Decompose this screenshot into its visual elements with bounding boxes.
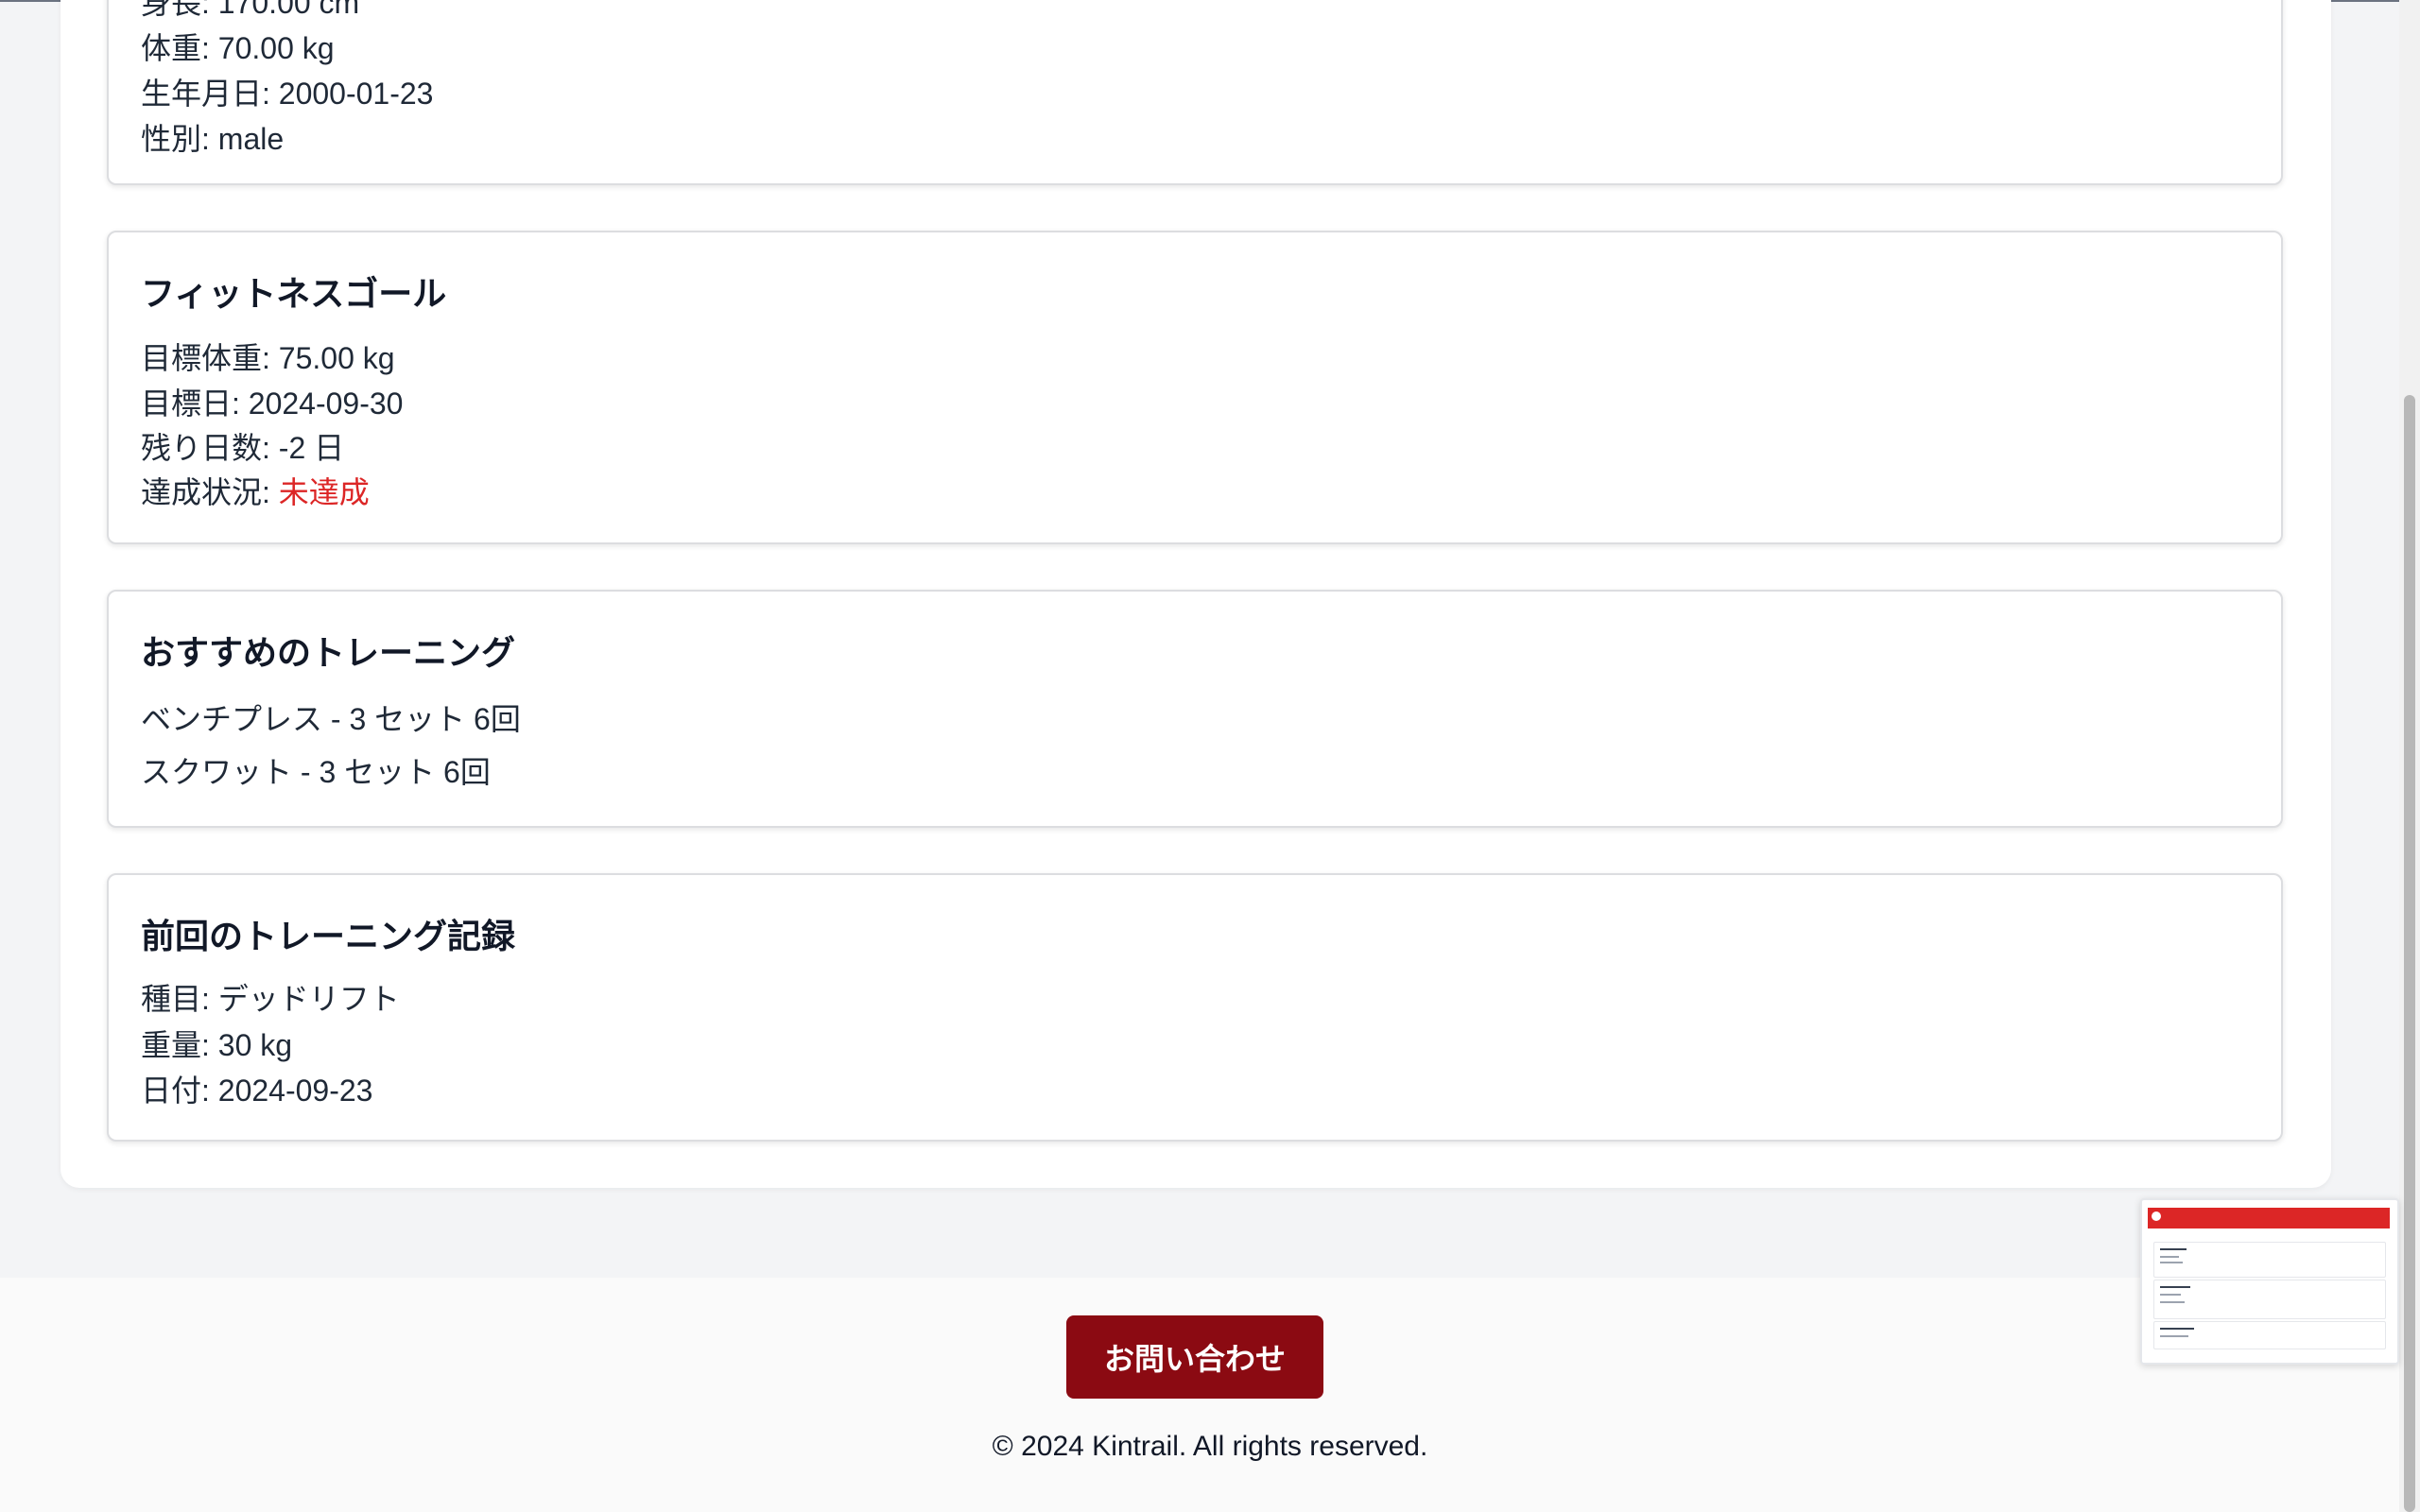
copyright-text: © 2024 Kintrail. All rights reserved. [992, 1431, 1428, 1462]
weight-line: 体重: 70.00 kg [141, 31, 335, 65]
page-thumbnail-preview[interactable] [2140, 1198, 2399, 1365]
thumbnail-logo-icon [2152, 1211, 2161, 1221]
birthday-line: 生年月日: 2000-01-23 [141, 77, 434, 111]
record-date-line: 日付: 2024-09-23 [141, 1074, 373, 1108]
thumbnail-line [2160, 1335, 2188, 1337]
recommended-item: スクワット - 3 セット 6回 [141, 755, 491, 789]
target-date-line: 目標日: 2024-09-30 [141, 387, 404, 421]
scrollbar-thumb[interactable] [2404, 395, 2415, 1512]
recommended-training-title: おすすめのトレーニング [141, 633, 516, 672]
last-record-title: 前回のトレーニング記録 [141, 917, 516, 955]
thumbnail-line [2160, 1328, 2194, 1330]
thumbnail-card [2153, 1280, 2386, 1319]
thumbnail-line [2160, 1301, 2185, 1303]
status-line: 達成状況: 未達成 [141, 469, 370, 512]
fitness-goal-title: フィットネスゴール [141, 274, 447, 313]
recommended-item: ベンチプレス - 3 セット 6回 [141, 702, 521, 736]
thumbnail-card [2153, 1242, 2386, 1278]
contact-button[interactable]: お問い合わせ [1066, 1315, 1323, 1399]
profile-card: 身長: 170.00 cm 体重: 70.00 kg 生年月日: 2000-01… [107, 0, 2283, 185]
thumbnail-line [2160, 1294, 2181, 1296]
days-left-line: 残り日数: -2 日 [141, 431, 345, 465]
thumbnail-line [2160, 1286, 2190, 1288]
thumbnail-header [2148, 1208, 2390, 1228]
target-weight-line: 目標体重: 75.00 kg [141, 341, 395, 375]
recommended-training-card: おすすめのトレーニング ベンチプレス - 3 セット 6回 スクワット - 3 … [107, 590, 2283, 828]
thumbnail-line [2160, 1248, 2187, 1250]
last-record-card: 前回のトレーニング記録 種目: デッドリフト 重量: 30 kg 日付: 202… [107, 873, 2283, 1142]
thumbnail-line [2160, 1262, 2183, 1263]
status-value: 未達成 [278, 475, 370, 509]
fitness-goal-card: フィットネスゴール 目標体重: 75.00 kg 目標日: 2024-09-30… [107, 231, 2283, 544]
gender-line: 性別: male [141, 122, 285, 156]
footer: お問い合わせ © 2024 Kintrail. All rights reser… [0, 1278, 2420, 1512]
height-line: 身長: 170.00 cm [141, 0, 360, 20]
status-label: 達成状況: [141, 475, 279, 509]
exercise-line: 種目: デッドリフト [141, 982, 400, 1016]
thumbnail-line [2160, 1256, 2179, 1258]
scrollbar[interactable] [2399, 0, 2420, 1512]
record-weight-line: 重量: 30 kg [141, 1028, 293, 1062]
thumbnail-card [2153, 1321, 2386, 1349]
